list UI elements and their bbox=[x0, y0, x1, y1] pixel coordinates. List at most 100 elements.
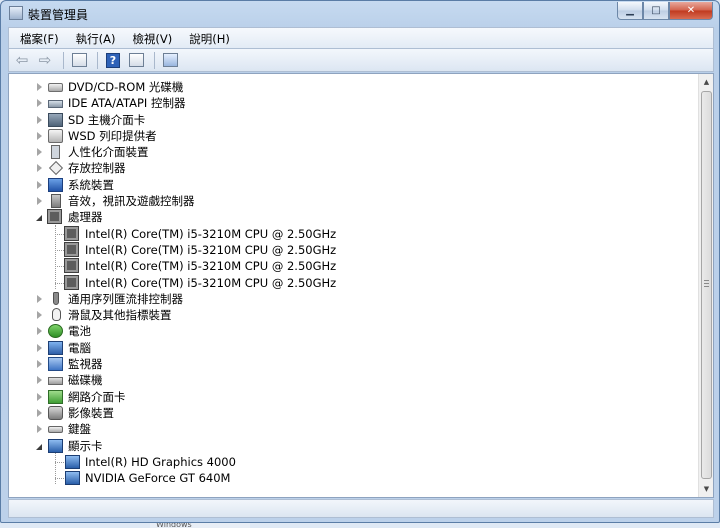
collapsed-arrow-icon[interactable] bbox=[37, 360, 42, 369]
cpu-icon bbox=[64, 258, 79, 274]
tree-category[interactable]: 顯示卡 bbox=[9, 438, 699, 454]
network-adapter-icon bbox=[48, 389, 63, 404]
device-label: Intel(R) Core(TM) i5-3210M CPU @ 2.50GHz bbox=[85, 275, 337, 290]
collapsed-arrow-icon[interactable] bbox=[37, 131, 42, 140]
tree-category[interactable]: 磁碟機 bbox=[9, 372, 699, 388]
collapsed-arrow-icon[interactable] bbox=[37, 197, 42, 206]
tree-device[interactable]: Intel(R) Core(TM) i5-3210M CPU @ 2.50GHz bbox=[9, 258, 699, 274]
cpu-icon bbox=[64, 241, 79, 257]
tree-device[interactable]: NVIDIA GeForce GT 640M bbox=[9, 470, 699, 486]
category-label: WSD 列印提供者 bbox=[68, 128, 157, 143]
tree-category[interactable]: 監視器 bbox=[9, 356, 699, 372]
menu-action[interactable]: 執行(A) bbox=[65, 28, 122, 48]
device-label: Intel(R) HD Graphics 4000 bbox=[85, 454, 236, 469]
collapsed-arrow-icon[interactable] bbox=[37, 148, 42, 157]
tree-category[interactable]: 電池 bbox=[9, 323, 699, 339]
tree-category[interactable]: 網路介面卡 bbox=[9, 389, 699, 405]
tree-category[interactable]: SD 主機介面卡 bbox=[9, 112, 699, 128]
collapsed-arrow-icon[interactable] bbox=[37, 294, 42, 303]
disk-drive-icon bbox=[48, 377, 63, 386]
scroll-up-arrow-icon[interactable]: ▲ bbox=[699, 74, 713, 89]
collapsed-arrow-icon[interactable] bbox=[37, 376, 42, 385]
properties-icon bbox=[128, 53, 144, 67]
properties-button[interactable] bbox=[126, 51, 146, 69]
category-label: 存放控制器 bbox=[68, 161, 126, 176]
tree-category[interactable]: 通用序列匯流排控制器 bbox=[9, 291, 699, 307]
tree-category[interactable]: 影像裝置 bbox=[9, 405, 699, 421]
collapsed-arrow-icon[interactable] bbox=[37, 311, 42, 320]
tree-category[interactable]: 系統裝置 bbox=[9, 177, 699, 193]
scrollbar-thumb[interactable] bbox=[701, 91, 712, 479]
tree-category[interactable]: 電腦 bbox=[9, 340, 699, 356]
tree-vertical-connector bbox=[55, 225, 56, 289]
collapsed-arrow-icon[interactable] bbox=[37, 425, 42, 434]
collapsed-arrow-icon[interactable] bbox=[37, 408, 42, 417]
collapsed-arrow-icon[interactable] bbox=[37, 343, 42, 352]
processor-icon bbox=[47, 209, 62, 225]
tree-category[interactable]: 鍵盤 bbox=[9, 421, 699, 437]
hid-icon bbox=[51, 145, 60, 160]
tree-category[interactable]: 人性化介面裝置 bbox=[9, 144, 699, 160]
tree-connector bbox=[55, 233, 64, 235]
vertical-scrollbar[interactable]: ▲ ▼ bbox=[698, 74, 713, 497]
category-label: 滑鼠及其他指標裝置 bbox=[68, 308, 172, 323]
back-arrow-icon: ⇦ bbox=[15, 50, 29, 69]
menu-help[interactable]: 說明(H) bbox=[178, 28, 236, 48]
device-label: Intel(R) Core(TM) i5-3210M CPU @ 2.50GHz bbox=[85, 259, 337, 274]
tree-device[interactable]: Intel(R) Core(TM) i5-3210M CPU @ 2.50GHz bbox=[9, 225, 699, 242]
tree-device[interactable]: Intel(R) Core(TM) i5-3210M CPU @ 2.50GHz bbox=[9, 274, 699, 291]
device-tree: DVD/CD-ROM 光碟機 IDE ATA/ATAPI 控制器 SD 主機介面… bbox=[9, 79, 699, 486]
collapsed-arrow-icon[interactable] bbox=[37, 83, 42, 91]
imaging-device-icon bbox=[48, 405, 63, 420]
mouse-icon bbox=[52, 308, 61, 322]
category-label: IDE ATA/ATAPI 控制器 bbox=[68, 96, 186, 111]
collapsed-arrow-icon[interactable] bbox=[37, 164, 42, 173]
tree-category[interactable]: 滑鼠及其他指標裝置 bbox=[9, 307, 699, 323]
tree-category[interactable]: 音效，視訊及遊戲控制器 bbox=[9, 193, 699, 209]
show-hide-console-tree-button[interactable] bbox=[69, 51, 89, 69]
help-button[interactable]: ? bbox=[103, 51, 123, 69]
menu-view[interactable]: 檢視(V) bbox=[121, 28, 178, 48]
scroll-down-arrow-icon[interactable]: ▼ bbox=[699, 481, 713, 496]
tree-device[interactable]: Intel(R) HD Graphics 4000 bbox=[9, 454, 699, 470]
toolbar-separator bbox=[97, 51, 98, 69]
tree-category[interactable]: IDE ATA/ATAPI 控制器 bbox=[9, 95, 699, 111]
collapsed-arrow-icon[interactable] bbox=[37, 99, 42, 108]
device-label: NVIDIA GeForce GT 640M bbox=[85, 471, 231, 486]
collapsed-arrow-icon[interactable] bbox=[37, 392, 42, 401]
monitor-icon bbox=[48, 357, 63, 372]
tree-category[interactable]: 處理器 bbox=[9, 209, 699, 225]
category-label: 影像裝置 bbox=[68, 405, 114, 420]
category-label: 處理器 bbox=[68, 210, 103, 225]
tree-category[interactable]: WSD 列印提供者 bbox=[9, 128, 699, 144]
tree-device[interactable]: Intel(R) Core(TM) i5-3210M CPU @ 2.50GHz bbox=[9, 241, 699, 258]
menu-file[interactable]: 檔案(F) bbox=[9, 28, 65, 48]
sd-host-icon bbox=[48, 112, 63, 127]
scan-hardware-button[interactable] bbox=[160, 51, 180, 69]
title-bar[interactable]: 裝置管理員 ▁ □ ✕ bbox=[1, 1, 719, 27]
tree-connector bbox=[55, 478, 64, 480]
minimize-button[interactable]: ▁ bbox=[617, 2, 643, 20]
computer-icon bbox=[48, 340, 63, 355]
tree-category[interactable]: DVD/CD-ROM 光碟機 bbox=[9, 79, 699, 95]
console-tree-icon bbox=[71, 53, 87, 67]
close-button[interactable]: ✕ bbox=[669, 2, 713, 20]
forward-button[interactable]: ⇨ bbox=[35, 51, 55, 69]
category-label: 磁碟機 bbox=[68, 373, 103, 388]
scan-hardware-icon bbox=[162, 53, 178, 67]
collapsed-arrow-icon[interactable] bbox=[37, 115, 42, 124]
collapsed-arrow-icon[interactable] bbox=[37, 327, 42, 336]
maximize-button[interactable]: □ bbox=[643, 2, 669, 20]
keyboard-icon bbox=[48, 426, 63, 434]
expanded-arrow-icon[interactable] bbox=[36, 215, 42, 222]
forward-arrow-icon: ⇨ bbox=[38, 50, 52, 69]
category-label: 電池 bbox=[68, 324, 91, 339]
back-button[interactable]: ⇦ bbox=[12, 51, 32, 69]
storage-controller-icon bbox=[48, 161, 64, 176]
expanded-arrow-icon[interactable] bbox=[36, 443, 42, 450]
tree-category[interactable]: 存放控制器 bbox=[9, 160, 699, 176]
category-label: 鍵盤 bbox=[68, 422, 91, 437]
battery-icon bbox=[48, 324, 63, 339]
collapsed-arrow-icon[interactable] bbox=[37, 180, 42, 189]
thumb-grip bbox=[704, 286, 709, 287]
